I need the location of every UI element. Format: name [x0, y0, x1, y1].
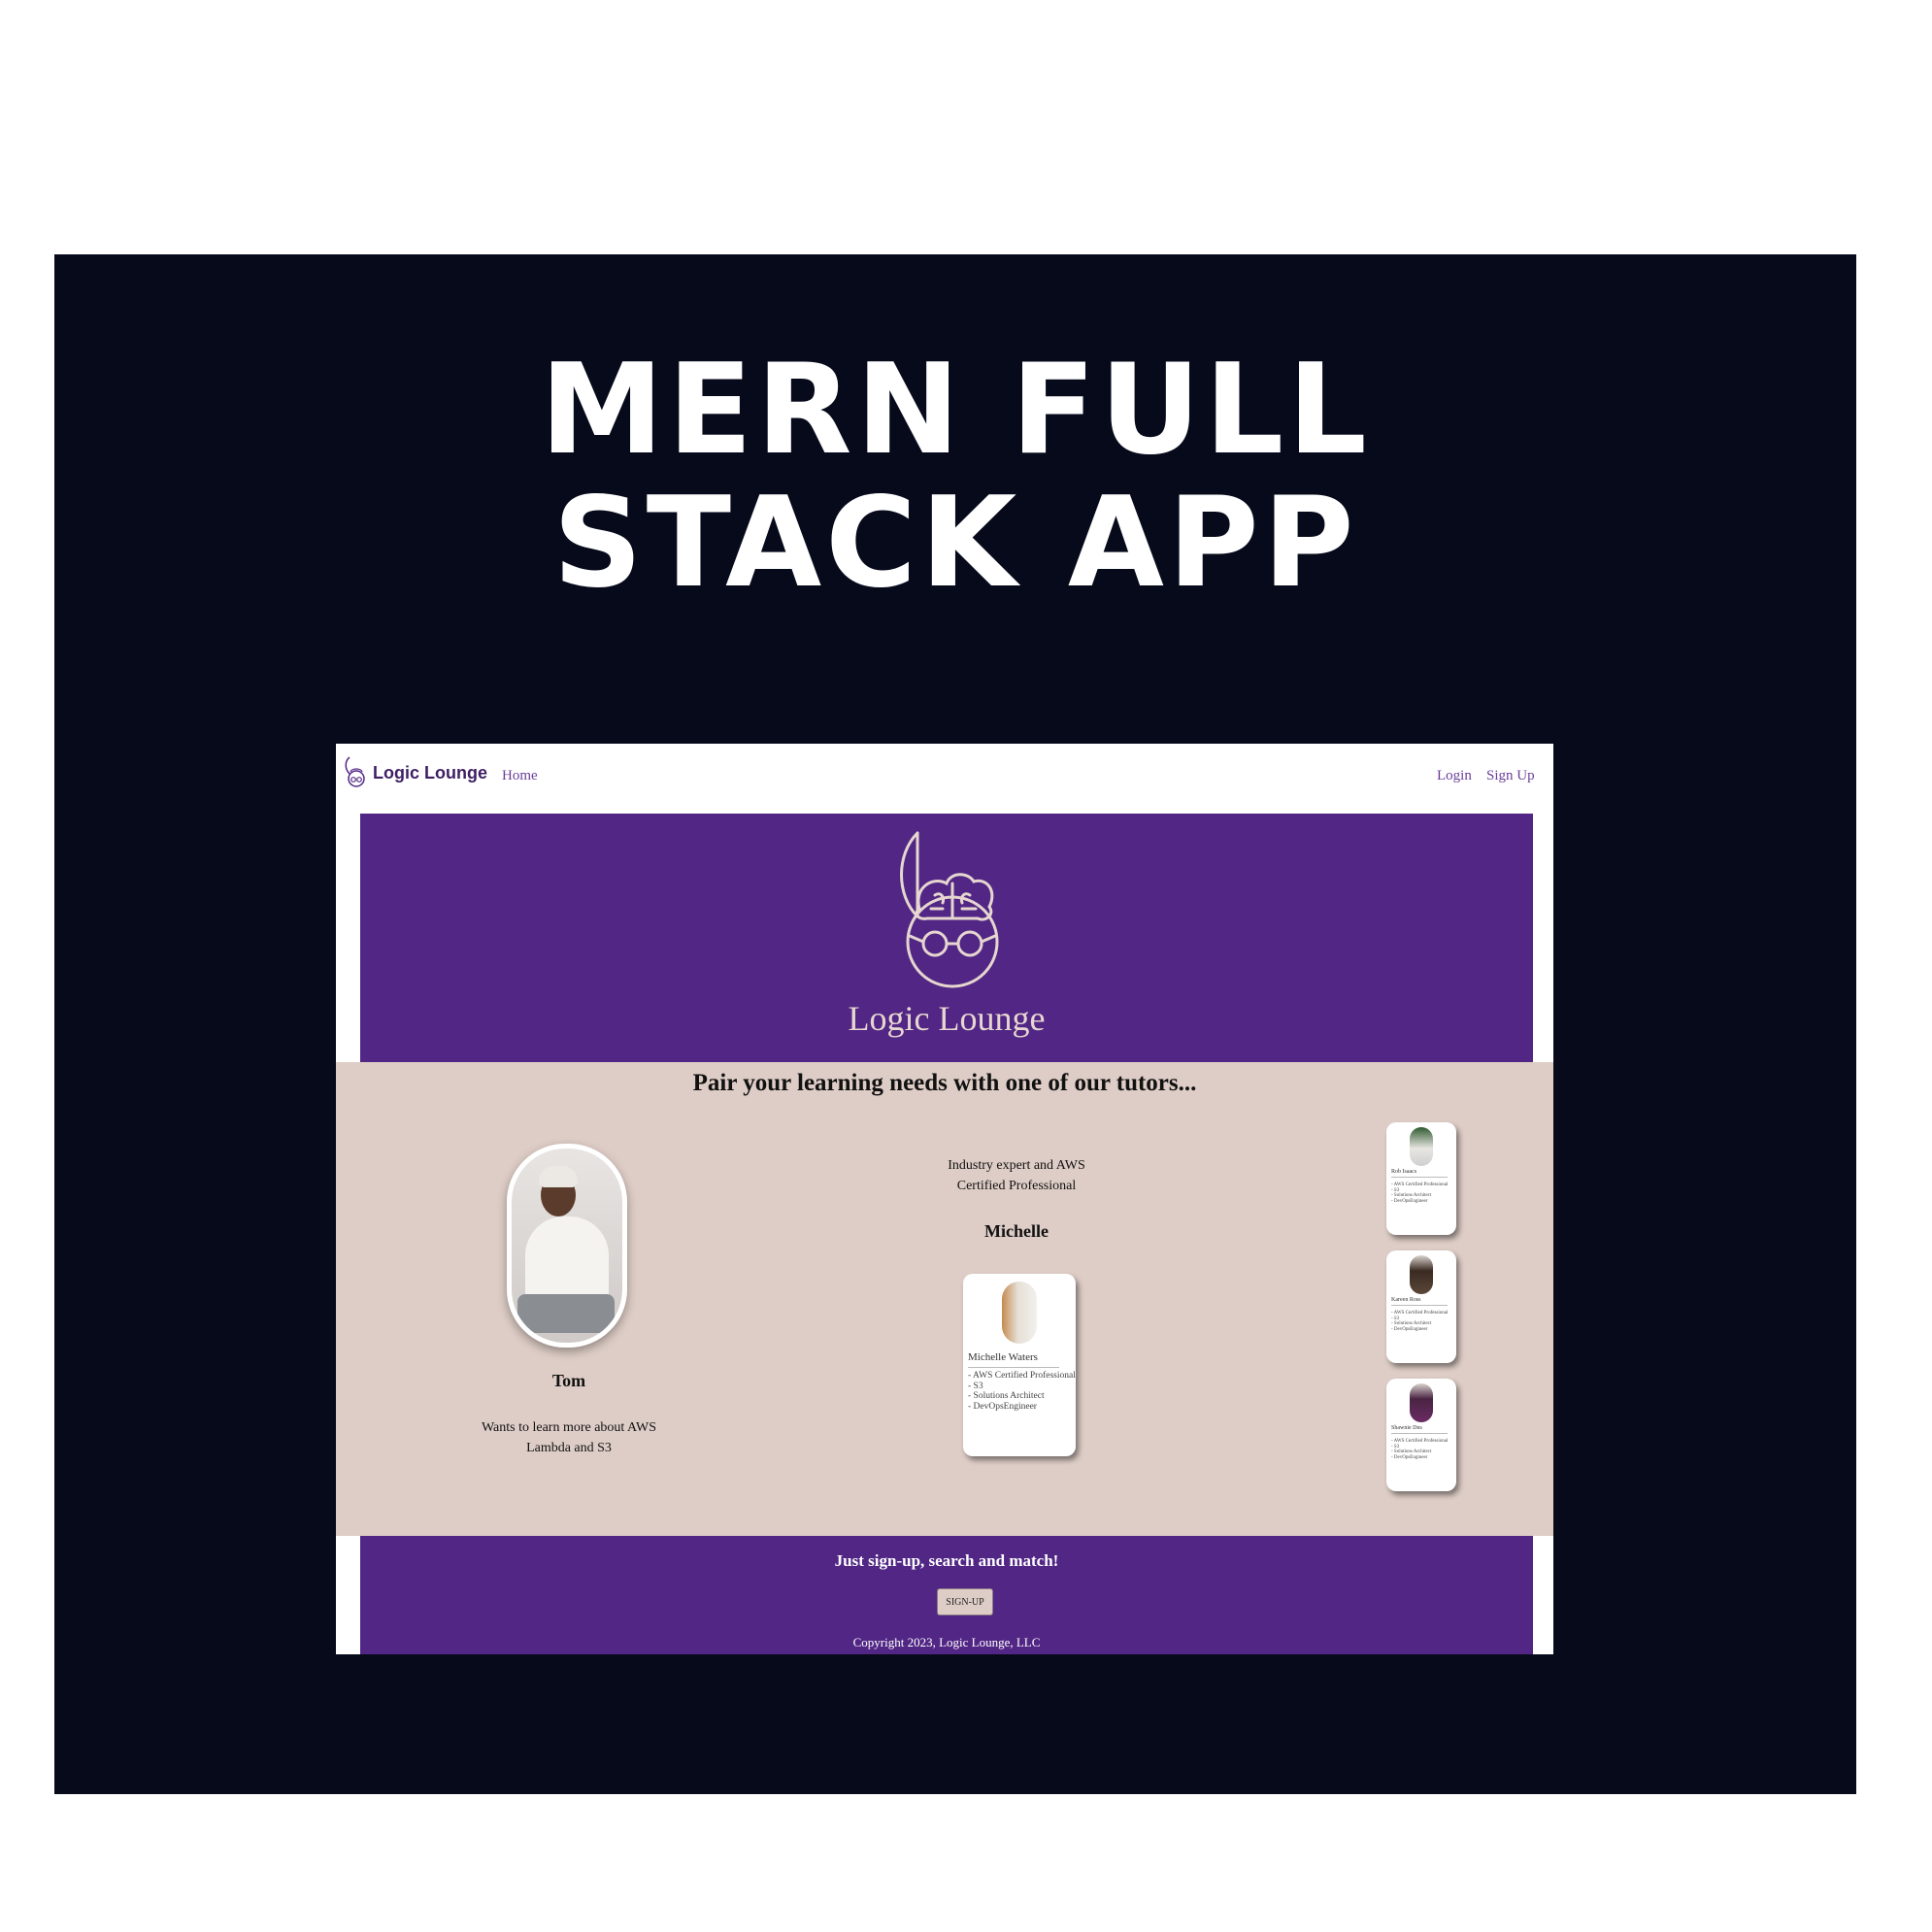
headline-line-2: STACK APP	[552, 471, 1358, 616]
copyright-text: Copyright 2023, Logic Lounge, LLC	[852, 1635, 1041, 1649]
nav-brand[interactable]: Logic Lounge	[373, 763, 487, 783]
tutor-card[interactable]: Shawnie Dns - AWS Certified Professional…	[1386, 1379, 1456, 1491]
student-photo	[507, 1144, 627, 1348]
skill-item: - AWS Certified Professional	[1391, 1183, 1449, 1187]
tutor-card-skills: - AWS Certified Professional - S3 - Solu…	[1391, 1311, 1448, 1332]
student-name: Tom	[551, 1371, 586, 1390]
tutor-card-skills: - AWS Certified Professional - S3 - Solu…	[1391, 1439, 1448, 1460]
app-screenshot: Logic Lounge Home Login Sign Up Logic Lo…	[336, 744, 1553, 1654]
brain-glasses-logo-icon	[900, 831, 999, 988]
tutor-photo	[1002, 1282, 1037, 1344]
skill-item: - Solutions Architect	[968, 1391, 1045, 1401]
featured-tutor-card[interactable]: Michelle Waters - AWS Certified Professi…	[963, 1274, 1076, 1456]
section-heading: Pair your learning needs with one of our…	[692, 1070, 1197, 1096]
nav-signup-link[interactable]: Sign Up	[1486, 768, 1535, 784]
footer: Just sign-up, search and match! SIGN-UP …	[360, 1536, 1533, 1654]
navbar: Logic Lounge Home Login Sign Up	[336, 744, 1553, 814]
tutor-photo	[1410, 1127, 1433, 1166]
skill-item: - DevOpsEngineer	[968, 1401, 1037, 1412]
skill-item: - DevOpsEngineer	[1391, 1198, 1428, 1204]
tutor-card-name: Rob Isaacs	[1391, 1169, 1417, 1175]
tutor-card-name: Michelle Waters	[968, 1351, 1038, 1363]
signup-button[interactable]: SIGN-UP	[937, 1588, 993, 1616]
featured-tutor-description: Industry expert and AWS Certified Profes…	[948, 1158, 1085, 1193]
tutor-photo	[1410, 1383, 1433, 1422]
headline-line-1: MERN FULL	[540, 338, 1371, 483]
tutor-card-skills: - AWS Certified Professional - S3 - Solu…	[968, 1371, 1076, 1412]
brain-logo-icon	[345, 756, 365, 787]
tutor-card-name: Shawnie Dns	[1391, 1425, 1422, 1431]
skill-item: - AWS Certified Professional	[1391, 1439, 1449, 1444]
tutor-card[interactable]: Rob Isaacs - AWS Certified Professional …	[1386, 1122, 1456, 1235]
tutor-card[interactable]: Kareen Ross - AWS Certified Professional…	[1386, 1250, 1456, 1363]
footer-tagline: Just sign-up, search and match!	[834, 1551, 1059, 1570]
tutor-pairing-section: Pair your learning needs with one of our…	[336, 1062, 1553, 1536]
tutor-photo	[1410, 1255, 1433, 1294]
hero-title: Logic Lounge	[848, 999, 1046, 1038]
skill-item: - AWS Certified Professional	[1391, 1311, 1449, 1316]
poster: MERN FULL STACK APP Logic Lounge Home Lo…	[54, 254, 1856, 1794]
student-description: Wants to learn more about AWS Lambda and…	[481, 1420, 657, 1455]
skill-item: - DevOpsEngineer	[1391, 1454, 1428, 1460]
skill-item: - S3	[968, 1381, 983, 1391]
featured-tutor-name: Michelle	[984, 1221, 1049, 1241]
skill-item: - DevOpsEngineer	[1391, 1326, 1428, 1332]
nav-login-link[interactable]: Login	[1437, 768, 1472, 784]
tutor-card-skills: - AWS Certified Professional - S3 - Solu…	[1391, 1183, 1448, 1204]
skill-item: - AWS Certified Professional	[968, 1371, 1076, 1381]
nav-home-link[interactable]: Home	[502, 768, 538, 784]
tutor-card-name: Kareen Ross	[1391, 1297, 1421, 1303]
headline: MERN FULL STACK APP	[54, 344, 1856, 610]
hero-banner: Logic Lounge	[360, 814, 1533, 1062]
